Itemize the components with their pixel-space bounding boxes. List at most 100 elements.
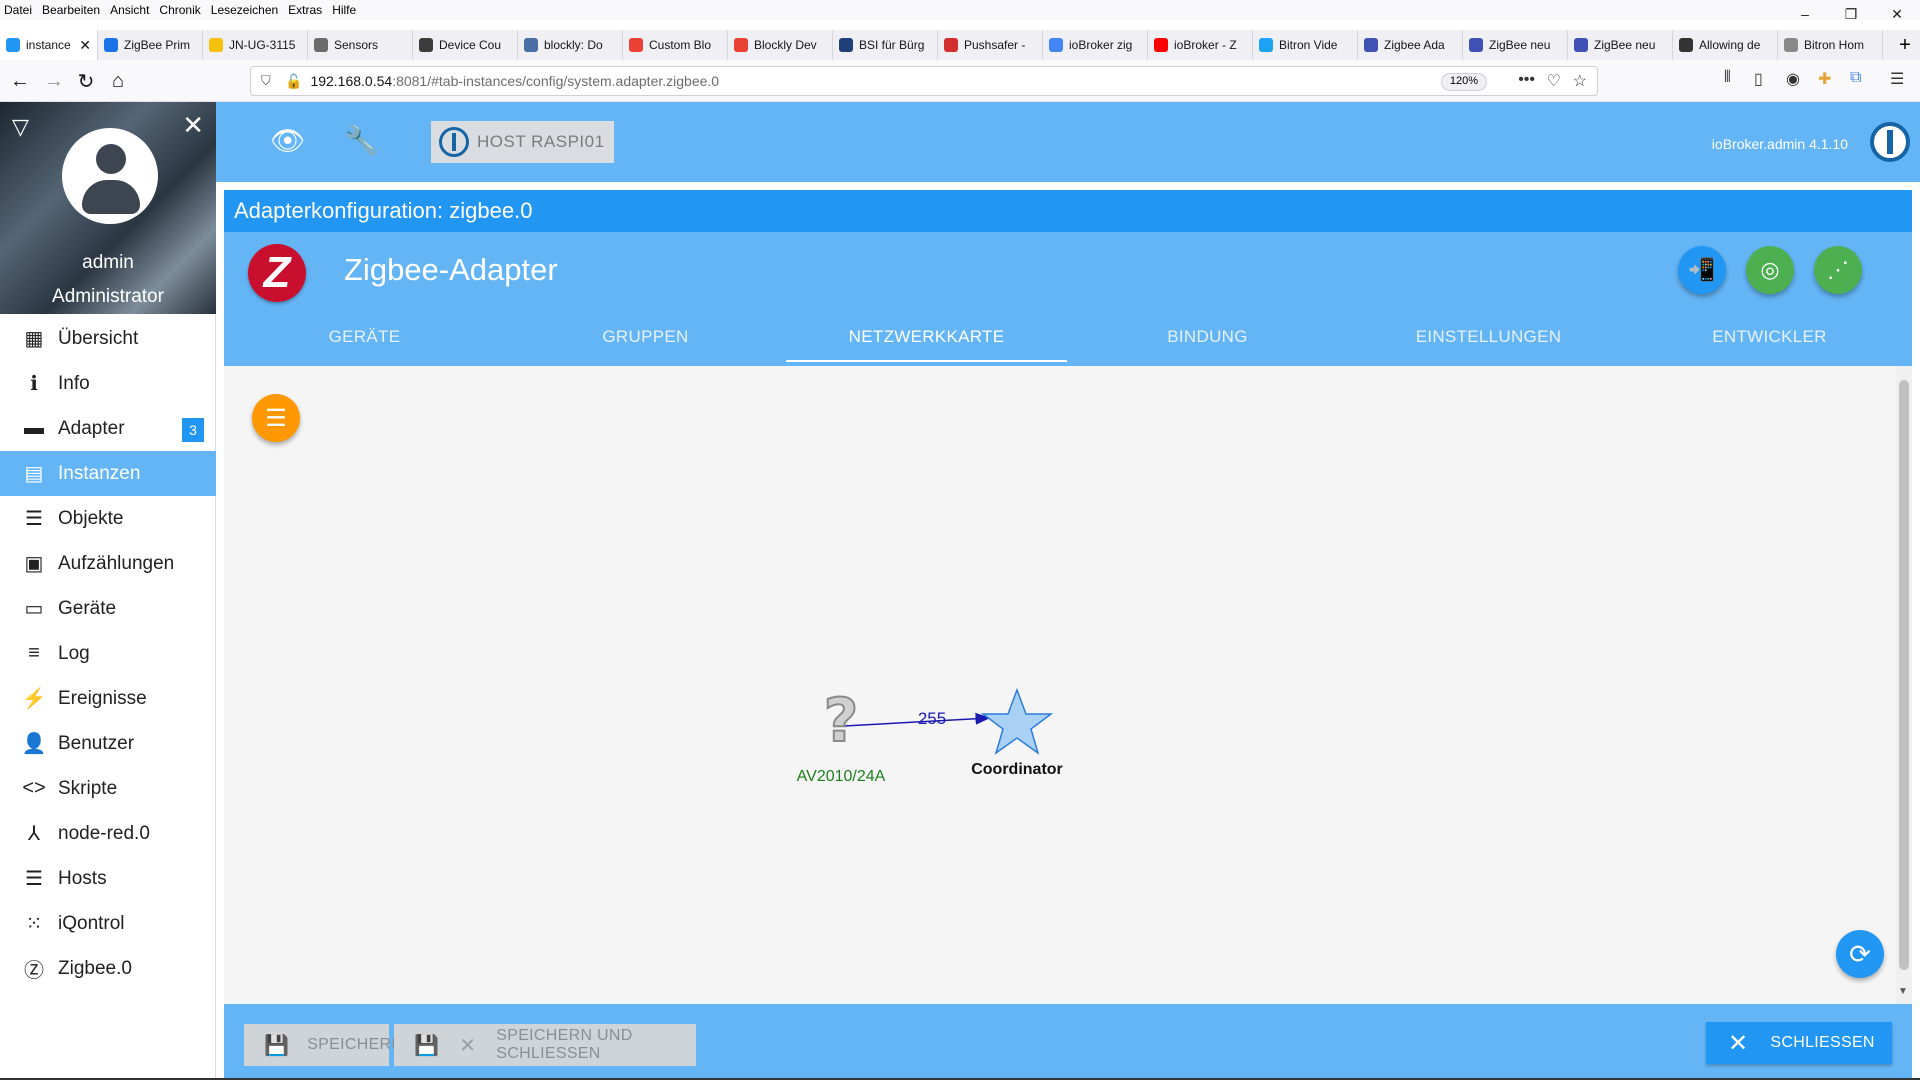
browser-tab[interactable]: Pushsafer - bbox=[938, 30, 1043, 60]
browser-tab[interactable]: Zigbee Ada bbox=[1358, 30, 1463, 60]
sidebar-item-benutzer[interactable]: 👤 Benutzer bbox=[0, 721, 216, 766]
browser-tab-label: BSI für Bürg bbox=[859, 38, 925, 52]
hamburger-menu-icon[interactable]: ☰ bbox=[1890, 69, 1904, 89]
forward-icon[interactable]: → bbox=[40, 67, 68, 95]
restore-icon[interactable]: ❐ bbox=[1828, 0, 1874, 28]
sidebar-item-zigbee-0[interactable]: Ⓩ Zigbee.0 bbox=[0, 946, 216, 991]
library-icon[interactable]: ⫴ bbox=[1724, 69, 1731, 87]
browser-tab[interactable]: ZigBee neu bbox=[1463, 30, 1568, 60]
sidebar-item-adapter[interactable]: ▬ Adapter 3 bbox=[0, 406, 216, 451]
browser-tab[interactable]: ioBroker - Z bbox=[1148, 30, 1253, 60]
window-close-icon[interactable]: ✕ bbox=[1874, 0, 1920, 28]
save-label: SPEICHERN bbox=[307, 1036, 404, 1053]
avatar bbox=[62, 128, 158, 224]
tab-netzwerkkarte[interactable]: NETZWERKKARTE bbox=[786, 312, 1067, 362]
browser-tab[interactable]: instance ✕ bbox=[0, 30, 98, 60]
reset-pairing-button[interactable]: ⋰ bbox=[1814, 246, 1862, 294]
minimize-icon[interactable]: – bbox=[1782, 0, 1828, 28]
browser-tab-label: JN-UG-3115 bbox=[229, 38, 296, 52]
config-title: Adapterkonfiguration: zigbee.0 bbox=[224, 190, 1912, 232]
browser-menu-item[interactable]: Datei bbox=[4, 3, 32, 17]
star-icon[interactable] bbox=[980, 687, 1054, 755]
sidebar: ▽ ✕ admin Administrator ▦ Übersicht ℹ Info ▬… bbox=[0, 102, 216, 1080]
save-button[interactable]: 💾 SPEICHERN bbox=[244, 1024, 403, 1066]
close-button[interactable]: ✕ SCHLIESSEN bbox=[1706, 1022, 1892, 1064]
sidebar-item-skripte[interactable]: <> Skripte bbox=[0, 766, 216, 811]
sidebar-item-info[interactable]: ℹ Info bbox=[0, 361, 216, 406]
logo-triangle-icon[interactable]: ▽ bbox=[12, 114, 29, 140]
browser-tab[interactable]: Bitron Hom bbox=[1778, 30, 1883, 60]
network-graph[interactable]: 255 ? AV2010/24A Coordinator bbox=[224, 366, 1896, 1004]
sidebar-item-hosts[interactable]: ☰ Hosts bbox=[0, 856, 216, 901]
browser-tab[interactable]: ZigBee Prim bbox=[98, 30, 203, 60]
sidebar-item-übersicht[interactable]: ▦ Übersicht bbox=[0, 316, 216, 361]
scroll-down-icon[interactable]: ▼ bbox=[1898, 986, 1908, 997]
new-tab-button[interactable]: + bbox=[1890, 30, 1920, 60]
sidebar-item-log[interactable]: ≡ Log bbox=[0, 631, 216, 676]
wrench-icon[interactable]: 🔧 bbox=[344, 124, 379, 157]
browser-tab[interactable]: Blockly Dev bbox=[728, 30, 833, 60]
sidebar-item-ereignisse[interactable]: ⚡ Ereignisse bbox=[0, 676, 216, 721]
insecure-lock-icon[interactable]: 🔓 bbox=[285, 73, 302, 90]
sidebar-item-objekte[interactable]: ☰ Objekte bbox=[0, 496, 216, 541]
eye-icon[interactable]: 👁 bbox=[270, 124, 306, 157]
tab-close-icon[interactable]: ✕ bbox=[79, 37, 91, 54]
shield-icon[interactable]: ⛉ bbox=[261, 73, 277, 89]
account-icon[interactable]: ◉ bbox=[1786, 69, 1800, 89]
more-actions-icon[interactable]: ••• bbox=[1518, 71, 1535, 89]
sidebar-toggle-icon[interactable]: ▯ bbox=[1754, 69, 1763, 89]
url-bar[interactable]: ⛉ 🔓 192.168.0.54:8081/#tab-instances/con… bbox=[250, 66, 1598, 96]
sidebar-item-iqontrol[interactable]: ⁙ iQontrol bbox=[0, 901, 216, 946]
scrollbar-thumb[interactable] bbox=[1899, 380, 1909, 970]
store-icon: ▬ bbox=[24, 417, 44, 439]
network-map[interactable]: ☰ 255 ? AV2010/24A Coordinator ⟳ ▼ bbox=[224, 366, 1912, 1004]
sidebar-item-geräte[interactable]: ▭ Geräte bbox=[0, 586, 216, 631]
browser-tab[interactable]: ioBroker zig bbox=[1043, 30, 1148, 60]
reload-icon[interactable]: ↻ bbox=[72, 67, 100, 95]
browser-tab[interactable]: Custom Blo bbox=[623, 30, 728, 60]
browser-tab[interactable]: Device Cou bbox=[413, 30, 518, 60]
sidebar-item-instanzen[interactable]: ▤ Instanzen bbox=[0, 451, 216, 496]
home-icon[interactable]: ⌂ bbox=[104, 67, 132, 95]
browser-tab[interactable]: ZigBee neu bbox=[1568, 30, 1673, 60]
browser-menu-item[interactable]: Hilfe bbox=[332, 3, 356, 17]
pocket-icon[interactable]: ♡ bbox=[1547, 71, 1561, 91]
browser-menu-item[interactable]: Ansicht bbox=[110, 3, 149, 17]
bookmark-star-icon[interactable]: ☆ bbox=[1573, 71, 1587, 91]
zoom-level[interactable]: 120% bbox=[1440, 73, 1487, 91]
hosts-icon: ☰ bbox=[25, 868, 43, 890]
translate-icon[interactable]: ⧉ bbox=[1850, 69, 1861, 87]
browser-tab[interactable]: BSI für Bürg bbox=[833, 30, 938, 60]
browser-menu-item[interactable]: Lesezeichen bbox=[211, 3, 278, 17]
browser-tab[interactable]: JN-UG-3115 bbox=[203, 30, 308, 60]
sidebar-close-icon[interactable]: ✕ bbox=[182, 110, 204, 141]
extension-icon[interactable]: ✚ bbox=[1818, 69, 1831, 89]
browser-tab[interactable]: blockly: Do bbox=[518, 30, 623, 60]
host-button[interactable]: HOST RASPI01 bbox=[431, 121, 614, 163]
favicon-icon bbox=[6, 38, 20, 52]
iobroker-logo-icon[interactable] bbox=[1870, 122, 1910, 162]
browser-tab[interactable]: Bitron Vide bbox=[1253, 30, 1358, 60]
browser-tab[interactable]: Allowing de bbox=[1673, 30, 1778, 60]
pair-device-button[interactable]: 📲 bbox=[1678, 246, 1726, 294]
question-mark-icon[interactable]: ? bbox=[823, 685, 860, 757]
tab-bindung[interactable]: BINDUNG bbox=[1067, 312, 1348, 362]
sidebar-item-aufzählungen[interactable]: ▣ Aufzählungen bbox=[0, 541, 216, 586]
sidebar-item-node-red-0[interactable]: ⅄ node-red.0 bbox=[0, 811, 216, 856]
browser-tab-label: Pushsafer - bbox=[964, 38, 1026, 52]
refresh-button[interactable]: ⟳ bbox=[1836, 930, 1884, 978]
save-and-close-button[interactable]: 💾 ✕ SPEICHERN UND SCHLIESSEN bbox=[394, 1024, 696, 1066]
browser-menu-item[interactable]: Chronik bbox=[159, 3, 200, 17]
tab-geräte[interactable]: GERÄTE bbox=[224, 312, 505, 362]
devices-icon: ▭ bbox=[24, 598, 44, 620]
window-controls: – ❐ ✕ bbox=[1782, 0, 1920, 28]
tab-einstellungen[interactable]: EINSTELLUNGEN bbox=[1348, 312, 1629, 362]
tab-entwickler[interactable]: ENTWICKLER bbox=[1629, 312, 1910, 362]
back-icon[interactable]: ← bbox=[6, 67, 34, 95]
browser-tab[interactable]: Sensors bbox=[308, 30, 413, 60]
browser-menu-item[interactable]: Extras bbox=[288, 3, 322, 17]
browser-menu-item[interactable]: Bearbeiten bbox=[42, 3, 100, 17]
touchlink-button[interactable]: ◎ bbox=[1746, 246, 1794, 294]
tab-gruppen[interactable]: GRUPPEN bbox=[505, 312, 786, 362]
sidebar-item-label: Objekte bbox=[58, 507, 124, 529]
